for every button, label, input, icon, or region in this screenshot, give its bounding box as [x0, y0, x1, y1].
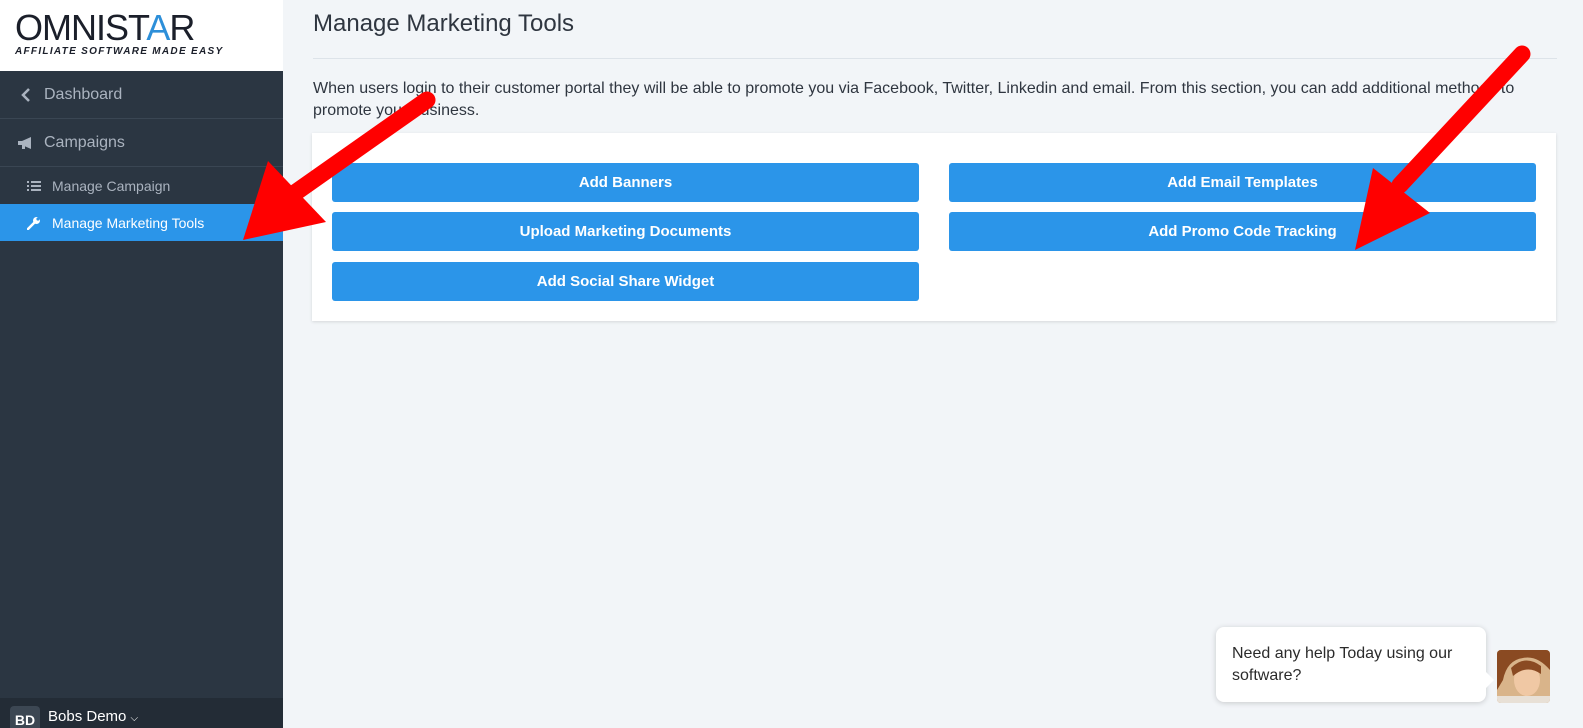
chat-bubble[interactable]: Need any help Today using our software?: [1216, 627, 1494, 702]
add-social-share-widget-button[interactable]: Add Social Share Widget: [332, 262, 919, 301]
marketing-tools-panel: Add Banners Add Email Templates Upload M…: [312, 133, 1556, 321]
sidebar-item-manage-marketing-tools[interactable]: Manage Marketing Tools: [0, 204, 283, 241]
avatar: BD: [10, 706, 40, 728]
title-divider: [313, 58, 1557, 59]
main-content: Manage Marketing Tools When users login …: [283, 0, 1583, 728]
bullhorn-icon: [16, 136, 36, 150]
list-icon: [26, 180, 42, 192]
sidebar-item-campaigns[interactable]: Campaigns: [0, 119, 283, 167]
intro-text: When users login to their customer porta…: [313, 80, 1515, 119]
page-title: Manage Marketing Tools: [313, 10, 575, 37]
sidebar-item-label: Manage Campaign: [52, 177, 171, 194]
add-promo-code-tracking-button[interactable]: Add Promo Code Tracking: [949, 212, 1536, 251]
upload-marketing-documents-button[interactable]: Upload Marketing Documents: [332, 212, 919, 251]
add-email-templates-button[interactable]: Add Email Templates: [949, 163, 1536, 202]
sidebar-item-label: Dashboard: [44, 85, 123, 103]
logo-tagline: AFFILIATE SOFTWARE MADE EASY: [15, 46, 224, 57]
user-menu[interactable]: BD Bobs Demo ⌵: [0, 698, 283, 728]
logo-wordmark: OMNISTAR: [15, 7, 195, 48]
add-banners-button[interactable]: Add Banners: [332, 163, 919, 202]
chevron-down-icon: ⌵: [130, 713, 139, 724]
brand-logo[interactable]: OMNISTAR AFFILIATE SOFTWARE MADE EASY: [0, 0, 283, 71]
sidebar-item-label: Campaigns: [44, 133, 125, 151]
sidebar-item-label: Manage Marketing Tools: [52, 214, 205, 231]
sidebar-item-dashboard[interactable]: Dashboard: [0, 71, 283, 119]
wrench-icon: [26, 216, 42, 230]
chevron-left-icon: [16, 87, 36, 102]
sidebar-item-manage-campaign[interactable]: Manage Campaign: [0, 167, 283, 204]
sidebar: OMNISTAR AFFILIATE SOFTWARE MADE EASY Da…: [0, 0, 283, 728]
chat-avatar[interactable]: [1497, 650, 1550, 703]
user-name: Bobs Demo ⌵: [48, 708, 139, 725]
